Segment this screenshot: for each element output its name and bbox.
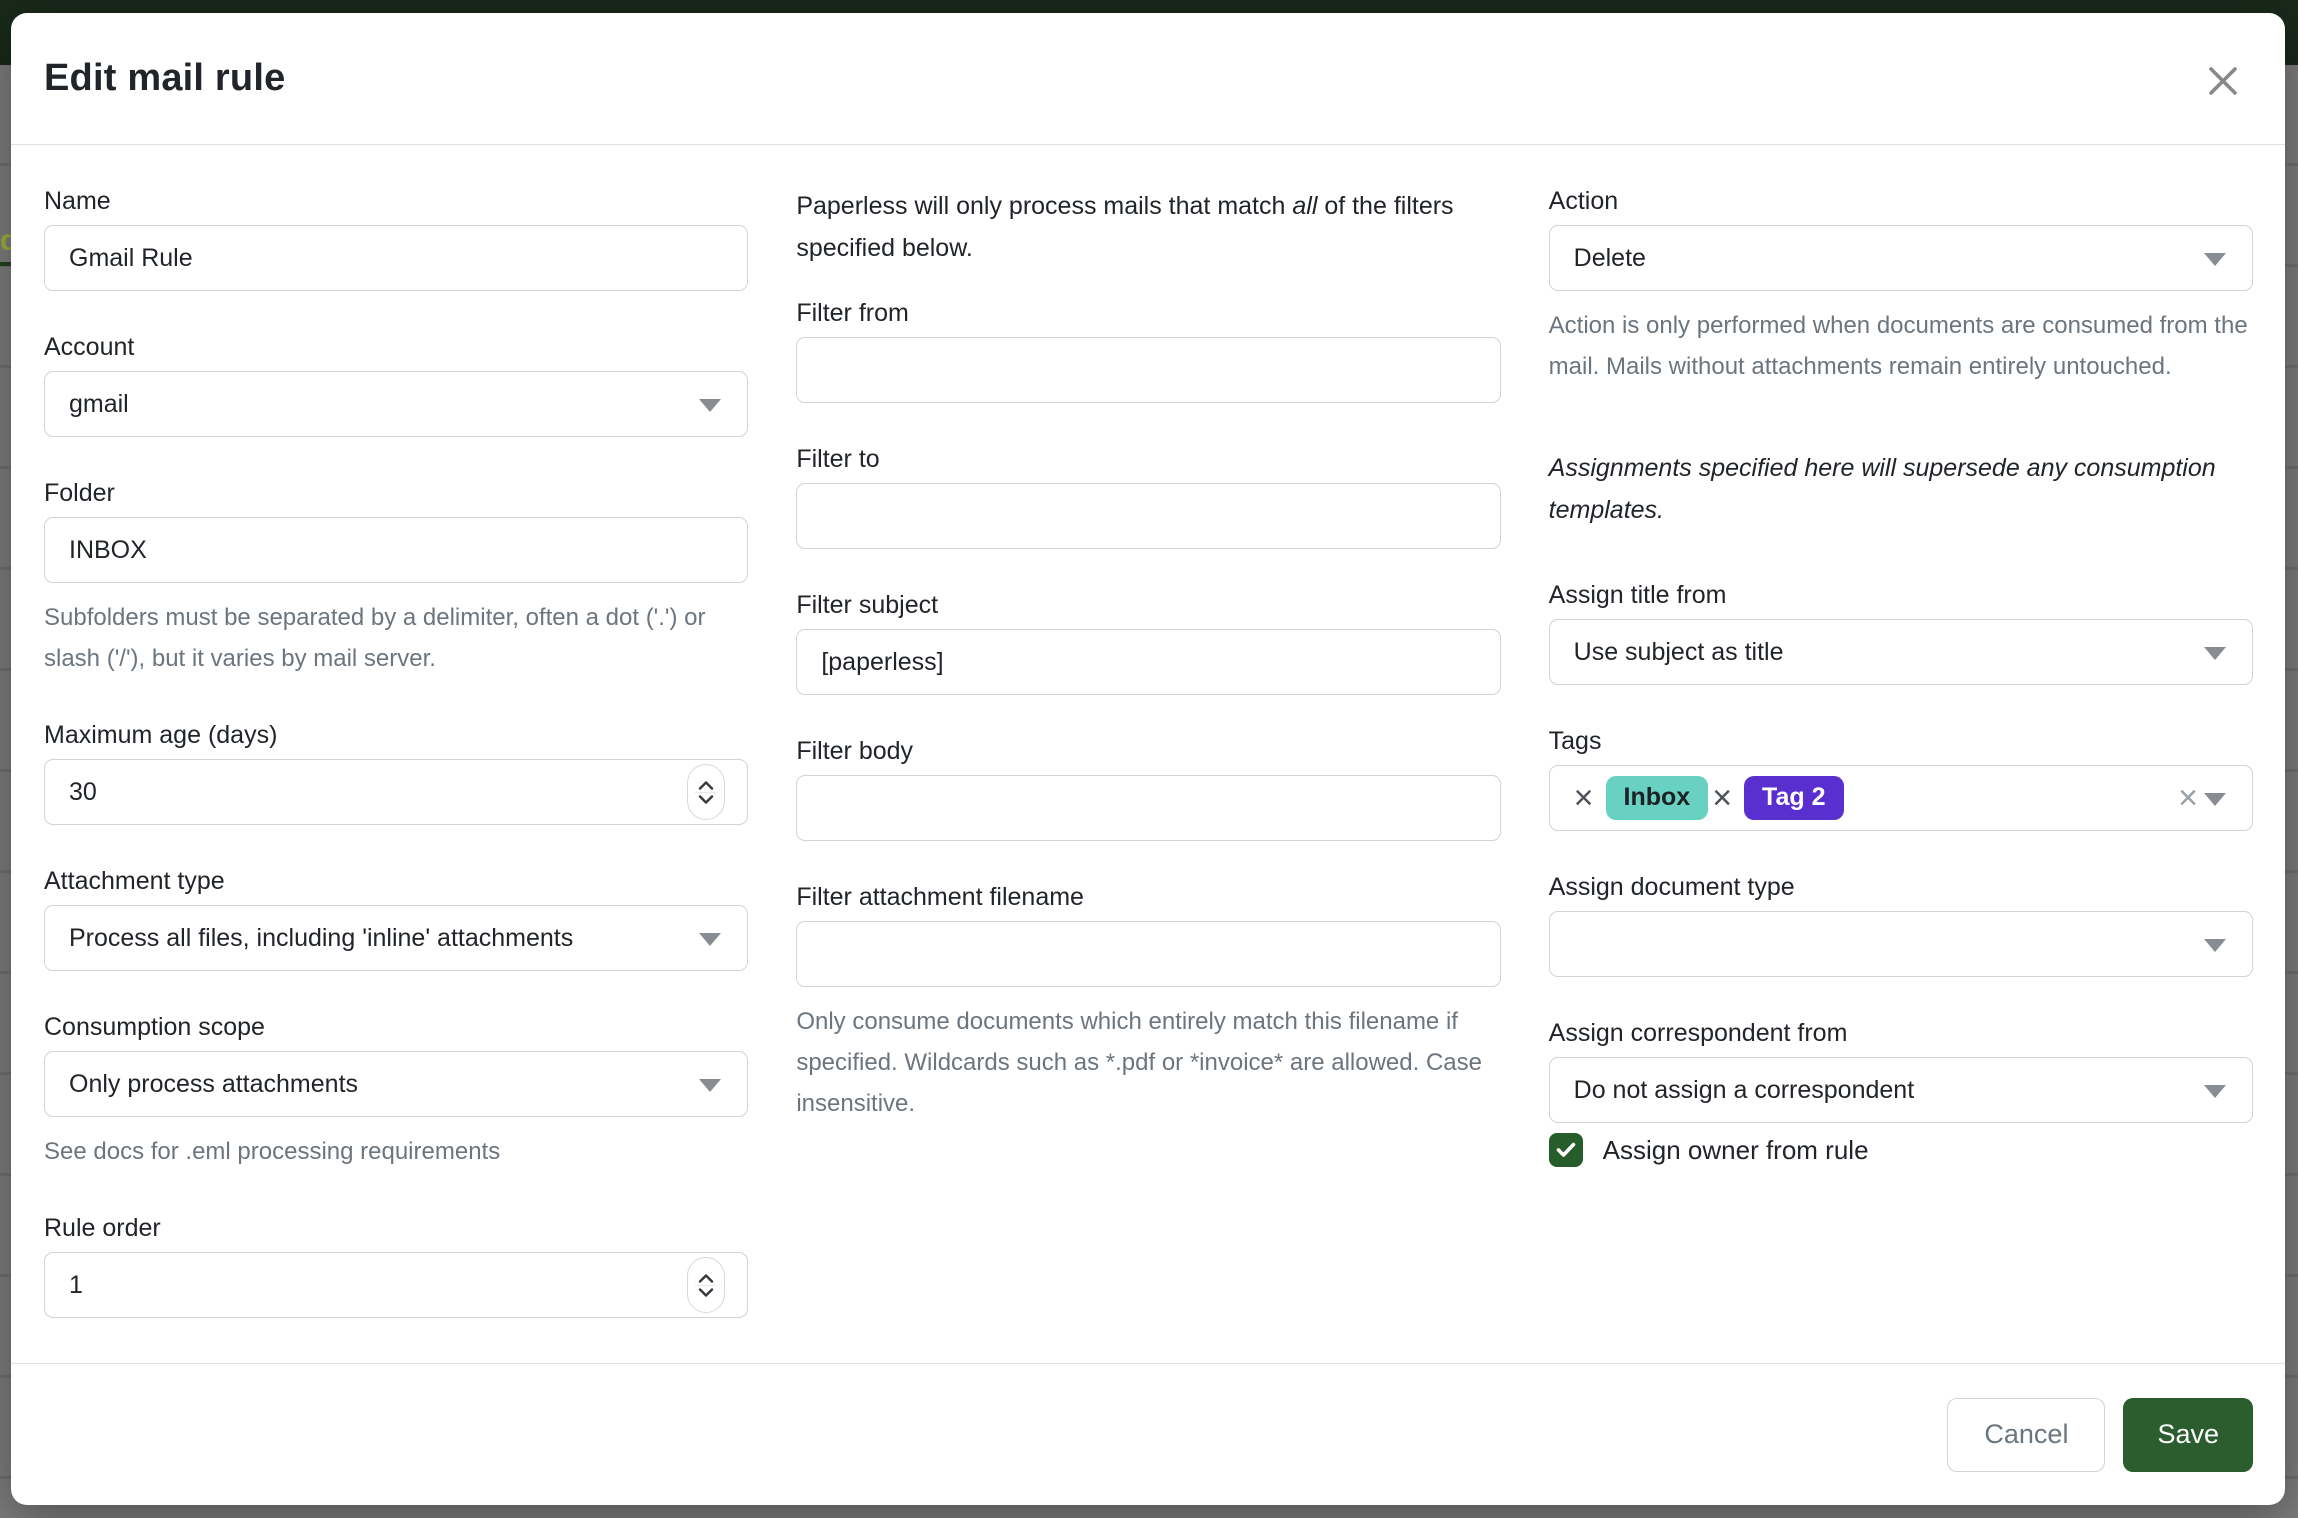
chevron-down-icon <box>2204 253 2226 266</box>
edit-mail-rule-dialog: Edit mail rule Name Gmail Rule Account g… <box>11 13 2285 1505</box>
tag-pill-tag2: Tag 2 <box>1744 776 1843 820</box>
filter-attachment-filename-hint: Only consume documents which entirely ma… <box>796 1001 1500 1124</box>
chevron-down-icon <box>2204 939 2226 952</box>
attachment-type-value: Process all files, including 'inline' at… <box>69 924 573 953</box>
chevron-down-icon <box>699 399 721 412</box>
stepper-divider <box>695 1285 717 1286</box>
tags-label: Tags <box>1549 725 2253 757</box>
maximum-age-label: Maximum age (days) <box>44 719 748 751</box>
rule-order-input[interactable]: 1 <box>44 1252 748 1318</box>
folder-input[interactable]: INBOX <box>44 517 748 583</box>
filter-subject-label: Filter subject <box>796 589 1500 621</box>
dialog-footer: Cancel Save <box>11 1363 2285 1505</box>
chevron-down-icon <box>2204 647 2226 660</box>
consumption-scope-select[interactable]: Only process attachments <box>44 1051 748 1117</box>
action-value: Delete <box>1574 244 1646 273</box>
cancel-button[interactable]: Cancel <box>1947 1398 2105 1472</box>
stepper-divider <box>695 792 717 793</box>
close-button[interactable] <box>2201 59 2245 103</box>
stepper-down-icon <box>698 1288 714 1297</box>
action-label: Action <box>1549 185 2253 217</box>
filter-to-label: Filter to <box>796 443 1500 475</box>
dialog-title: Edit mail rule <box>44 57 285 100</box>
background-line-fragment <box>0 262 11 266</box>
assign-owner-label: Assign owner from rule <box>1603 1135 1869 1166</box>
dialog-body: Name Gmail Rule Account gmail Folder INB… <box>11 145 2285 1363</box>
checkmark-icon <box>1556 1142 1576 1158</box>
dialog-header: Edit mail rule <box>11 13 2285 145</box>
account-select[interactable]: gmail <box>44 371 748 437</box>
column-actions: Action Delete Action is only performed w… <box>1549 185 2253 1363</box>
filter-attachment-filename-label: Filter attachment filename <box>796 881 1500 913</box>
assign-owner-checkbox[interactable] <box>1549 1133 1583 1167</box>
filter-to-input[interactable] <box>796 483 1500 549</box>
column-filters: Paperless will only process mails that m… <box>796 185 1500 1363</box>
column-general: Name Gmail Rule Account gmail Folder INB… <box>44 185 748 1363</box>
filter-attachment-filename-input[interactable] <box>796 921 1500 987</box>
filter-subject-input[interactable]: [paperless] <box>796 629 1500 695</box>
name-label: Name <box>44 185 748 217</box>
folder-label: Folder <box>44 477 748 509</box>
number-stepper[interactable] <box>687 764 725 820</box>
tag-remove-icon[interactable]: × <box>1708 781 1744 815</box>
filter-body-input[interactable] <box>796 775 1500 841</box>
close-icon <box>2205 63 2241 99</box>
tag-remove-icon[interactable]: × <box>1570 781 1606 815</box>
tags-multiselect[interactable]: × Inbox × Tag 2 × <box>1549 765 2253 831</box>
maximum-age-input[interactable]: 30 <box>44 759 748 825</box>
folder-hint: Subfolders must be separated by a delimi… <box>44 597 748 679</box>
save-button[interactable]: Save <box>2123 1398 2253 1472</box>
stepper-up-icon <box>698 1274 714 1283</box>
action-hint: Action is only performed when documents … <box>1549 305 2253 387</box>
assign-correspondent-from-label: Assign correspondent from <box>1549 1017 2253 1049</box>
name-input[interactable]: Gmail Rule <box>44 225 748 291</box>
assignments-note: Assignments specified here will supersed… <box>1549 447 2253 531</box>
filter-body-label: Filter body <box>796 735 1500 767</box>
chevron-down-icon <box>2204 1085 2226 1098</box>
filter-from-input[interactable] <box>796 337 1500 403</box>
attachment-type-select[interactable]: Process all files, including 'inline' at… <box>44 905 748 971</box>
stepper-up-icon <box>698 781 714 790</box>
attachment-type-label: Attachment type <box>44 865 748 897</box>
assign-title-from-label: Assign title from <box>1549 579 2253 611</box>
consumption-scope-label: Consumption scope <box>44 1011 748 1043</box>
rule-order-value: 1 <box>69 1271 83 1300</box>
filter-from-label: Filter from <box>796 297 1500 329</box>
consumption-scope-hint: See docs for .eml processing requirement… <box>44 1131 748 1172</box>
chevron-down-icon <box>699 933 721 946</box>
filters-intro-emphasis: all <box>1292 192 1317 220</box>
assign-document-type-select[interactable] <box>1549 911 2253 977</box>
tag-pill-inbox: Inbox <box>1606 776 1709 820</box>
assign-correspondent-from-select[interactable]: Do not assign a correspondent <box>1549 1057 2253 1123</box>
assign-document-type-label: Assign document type <box>1549 871 2253 903</box>
chevron-down-icon <box>699 1079 721 1092</box>
assign-title-from-value: Use subject as title <box>1574 638 1784 667</box>
action-select[interactable]: Delete <box>1549 225 2253 291</box>
assign-correspondent-from-value: Do not assign a correspondent <box>1574 1076 1915 1105</box>
assign-title-from-select[interactable]: Use subject as title <box>1549 619 2253 685</box>
account-label: Account <box>44 331 748 363</box>
assign-owner-row: Assign owner from rule <box>1549 1133 2253 1167</box>
chevron-down-icon <box>2204 793 2226 806</box>
maximum-age-value: 30 <box>69 778 97 807</box>
rule-order-label: Rule order <box>44 1212 748 1244</box>
consumption-scope-value: Only process attachments <box>69 1070 358 1099</box>
number-stepper[interactable] <box>687 1257 725 1313</box>
stepper-down-icon <box>698 795 714 804</box>
filters-intro: Paperless will only process mails that m… <box>796 185 1500 269</box>
account-value: gmail <box>69 390 129 419</box>
